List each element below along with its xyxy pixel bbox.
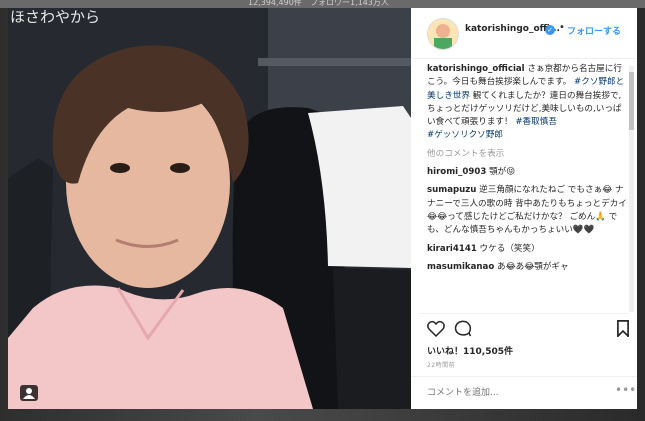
bookmark-icon[interactable] xyxy=(617,320,629,341)
comment-icon[interactable] xyxy=(454,320,472,341)
background-post-count: 12,394,490件 xyxy=(248,0,302,7)
heart-icon[interactable] xyxy=(427,320,445,341)
comment-username[interactable]: kirari4141 xyxy=(427,244,477,254)
scrollbar-thumb[interactable] xyxy=(629,72,634,130)
comment-username[interactable]: masumikanao xyxy=(427,262,494,272)
follow-button[interactable]: フォローする xyxy=(567,24,621,37)
comment-item: hiromi_0903 顎が😝 xyxy=(427,166,627,179)
comment-username[interactable]: sumapuzu xyxy=(427,185,476,195)
add-comment-input[interactable] xyxy=(427,386,607,400)
comment-item: sumapuzu 逆三角顔になれたねご でもさぁ😂 ナナニーで三人の歌の時 背中… xyxy=(427,184,627,237)
add-comment-bar: ••• xyxy=(411,376,637,410)
background-page-strip: 12,394,490件 フォロワー1,143万人 xyxy=(0,0,645,8)
post-timestamp: 22時間前 xyxy=(427,362,456,369)
action-bar xyxy=(427,320,629,341)
post-photo[interactable]: ほさわやから xyxy=(8,8,411,409)
comment-username[interactable]: hiromi_0903 xyxy=(427,167,486,177)
comment-item: kirari4141 ウケる（笑笑） xyxy=(427,243,627,256)
comment-text: 顎が😝 xyxy=(489,167,516,178)
load-more-comments-link[interactable]: 他のコメントを表示 xyxy=(427,149,504,159)
avatar[interactable] xyxy=(427,18,459,50)
more-options-icon[interactable]: ••• xyxy=(615,383,636,397)
caption-username[interactable]: katorishingo_official xyxy=(427,64,525,74)
background-follower-count: フォロワー1,143万人 xyxy=(310,0,389,7)
comment-text: あ😂あ😂顎がギャ xyxy=(496,261,569,272)
selfie-image xyxy=(8,8,411,409)
comment-text: ウケる（笑笑） xyxy=(479,243,540,254)
post-header: katorishingo_offi... ✓ • フォローする xyxy=(411,8,637,59)
comments-list: katorishingo_official さぁ京都から名古屋に行こう。今日も舞… xyxy=(427,63,627,303)
post-detail-panel: katorishingo_offi... ✓ • フォローする katorish… xyxy=(411,8,637,409)
verified-badge-icon: ✓ xyxy=(545,25,555,35)
photo-overlay-text: ほさわやから xyxy=(10,8,101,26)
hashtag-link[interactable]: #ゲッソリクソ野郎 xyxy=(427,130,503,140)
comments-scrollbar[interactable] xyxy=(629,66,634,312)
comment-item: masumikanao あ😂あ😂顎がギャ xyxy=(427,261,627,274)
likes-count[interactable]: いいね！110,505件 xyxy=(427,344,513,357)
caption-comment: katorishingo_official さぁ京都から名古屋に行こう。今日も舞… xyxy=(427,63,627,143)
tagged-user-icon[interactable] xyxy=(20,385,38,401)
header-separator: • xyxy=(559,22,565,33)
divider xyxy=(419,313,629,314)
hashtag-link[interactable]: #香取慎吾 xyxy=(515,117,557,127)
